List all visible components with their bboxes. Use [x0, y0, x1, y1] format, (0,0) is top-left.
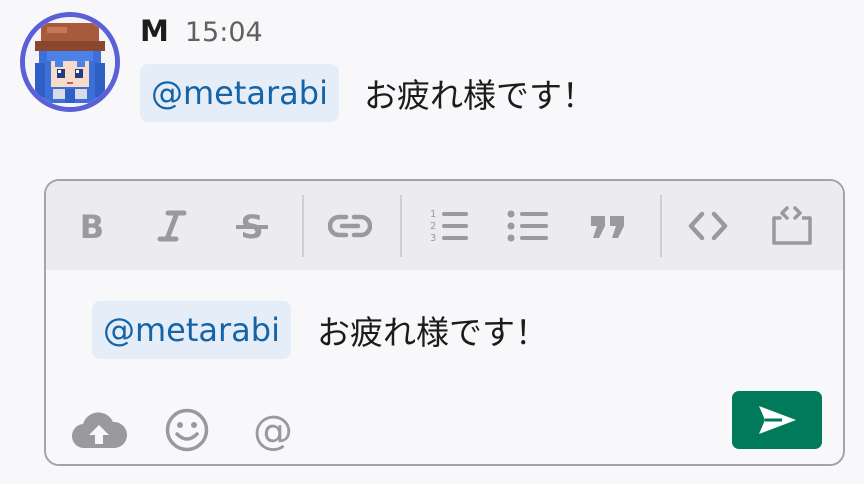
ordered-list-icon: 1 2 3	[430, 209, 468, 244]
sender-name[interactable]: M	[140, 14, 169, 48]
link-icon	[328, 214, 372, 238]
ordered-list-button[interactable]: 1 2 3	[420, 198, 476, 254]
bulleted-list-icon	[507, 210, 548, 242]
code-button[interactable]	[680, 198, 736, 254]
timestamp[interactable]: 15:04	[185, 17, 263, 48]
bulleted-list-button[interactable]	[500, 198, 556, 254]
italic-button[interactable]	[144, 198, 200, 254]
italic-icon	[157, 210, 187, 242]
mention-link[interactable]: @metarabi	[140, 64, 339, 122]
upload-button[interactable]	[70, 401, 128, 459]
code-block-icon	[772, 206, 812, 245]
strikethrough-icon: S	[236, 209, 268, 243]
code-block-button[interactable]	[764, 198, 820, 254]
message: M 15:04 @metarabi お疲れ様です！	[0, 0, 864, 140]
send-icon	[759, 406, 796, 434]
svg-text:@: @	[253, 408, 293, 454]
quote-icon	[591, 216, 624, 238]
bold-button[interactable]: B	[64, 198, 120, 254]
code-icon	[688, 211, 728, 241]
message-header: M 15:04	[140, 14, 263, 48]
send-button[interactable]	[732, 391, 822, 449]
at-sign-icon: @	[253, 408, 293, 454]
svg-text:B: B	[80, 209, 104, 243]
message-composer[interactable]: B S 1 2 3	[44, 179, 845, 466]
blockquote-button[interactable]	[580, 198, 636, 254]
strikethrough-button[interactable]: S	[224, 198, 280, 254]
draft-mention[interactable]: @metarabi	[92, 301, 291, 359]
avatar-image	[25, 17, 115, 107]
bold-icon: B	[80, 209, 104, 243]
emoji-icon	[165, 408, 209, 452]
toolbar-divider	[302, 195, 304, 257]
message-input[interactable]: @metarabi お疲れ様です！	[92, 301, 548, 359]
avatar[interactable]	[20, 12, 120, 112]
link-button[interactable]	[322, 198, 378, 254]
emoji-button[interactable]	[158, 401, 216, 459]
svg-text:3: 3	[430, 233, 436, 244]
svg-text:1: 1	[430, 209, 436, 220]
mention-button[interactable]: @	[244, 401, 302, 459]
draft-text[interactable]: お疲れ様です！	[317, 306, 548, 354]
message-body: @metarabi お疲れ様です！	[140, 64, 595, 122]
cloud-upload-icon	[72, 412, 127, 449]
formatting-toolbar: B S 1 2 3	[46, 181, 843, 270]
svg-text:2: 2	[430, 221, 436, 232]
toolbar-divider	[400, 195, 402, 257]
message-text: お疲れ様です！	[363, 76, 595, 115]
toolbar-divider	[660, 195, 662, 257]
